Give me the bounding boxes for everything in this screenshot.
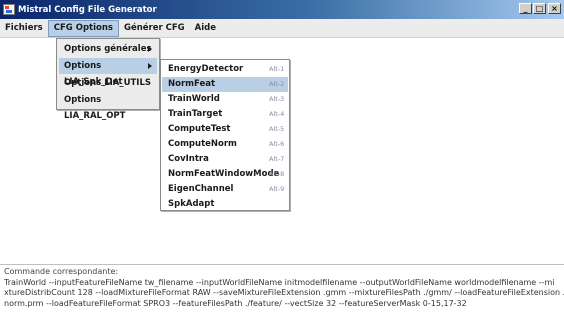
submenu-item-label: ComputeTest bbox=[168, 124, 231, 134]
submenu-item-spk-adapt[interactable]: SpkAdapt bbox=[162, 197, 288, 212]
shortcut-label: Alt-8 bbox=[269, 170, 285, 178]
submenu-item-label: EigenChannel bbox=[168, 184, 234, 194]
spk-det-submenu: EnergyDetector Alt-1 NormFeat Alt-2 Trai… bbox=[160, 59, 290, 211]
menu-aide[interactable]: Aide bbox=[190, 20, 221, 37]
submenu-item-label: TrainWorld bbox=[168, 94, 220, 104]
submenu-item-label: NormFeat bbox=[168, 79, 216, 89]
shortcut-label: Alt-5 bbox=[269, 125, 285, 133]
menu-fichiers[interactable]: Fichiers bbox=[0, 20, 48, 37]
menu-bar: Fichiers CFG Options Générer CFG Aide bbox=[0, 19, 564, 38]
submenu-item-label: CovIntra bbox=[168, 154, 209, 164]
shortcut-label: Alt-1 bbox=[269, 65, 285, 73]
shortcut-label: Alt-4 bbox=[269, 110, 285, 118]
app-icon bbox=[3, 4, 15, 15]
menu-generer-cfg[interactable]: Générer CFG bbox=[119, 20, 190, 37]
shortcut-label: Alt-2 bbox=[269, 80, 285, 88]
menu-item-label: Options générales bbox=[64, 44, 152, 54]
command-output-panel: Commande correspondante: TrainWorld --in… bbox=[0, 264, 564, 319]
submenu-item-energy-detector[interactable]: EnergyDetector Alt-1 bbox=[162, 62, 288, 77]
submenu-item-compute-test[interactable]: ComputeTest Alt-5 bbox=[162, 122, 288, 137]
menu-item-options-lia-utils[interactable]: Options LIA_UTILS bbox=[59, 75, 157, 91]
menu-item-label: Options LIA_UTILS bbox=[64, 78, 152, 88]
menu-item-options-lia-ral-opt[interactable]: Options LIA_RAL_OPT bbox=[59, 92, 157, 121]
shortcut-label: Alt-6 bbox=[269, 140, 285, 148]
menu-item-options-generales[interactable]: Options générales bbox=[59, 41, 157, 57]
submenu-item-cov-intra[interactable]: CovIntra Alt-7 bbox=[162, 152, 288, 167]
command-line: TrainWorld --inputFeatureFileName tw_fil… bbox=[4, 277, 555, 287]
submenu-item-train-world[interactable]: TrainWorld Alt-3 bbox=[162, 92, 288, 107]
submenu-item-label: NormFeatWindowMode bbox=[168, 169, 280, 179]
submenu-item-norm-feat-window-mode[interactable]: NormFeatWindowMode Alt-8 bbox=[162, 167, 288, 182]
submenu-arrow-icon bbox=[148, 46, 152, 52]
submenu-item-norm-feat[interactable]: NormFeat Alt-2 bbox=[162, 77, 288, 92]
shortcut-label: Alt-7 bbox=[269, 155, 285, 163]
submenu-item-label: EnergyDetector bbox=[168, 64, 244, 74]
window-title: Mistral Config File Generator bbox=[18, 4, 157, 15]
close-button[interactable]: × bbox=[548, 3, 561, 14]
shortcut-label: Alt-9 bbox=[269, 185, 285, 193]
title-bar[interactable]: Mistral Config File Generator _ □ × bbox=[0, 0, 564, 19]
submenu-item-train-target[interactable]: TrainTarget Alt-4 bbox=[162, 107, 288, 122]
menu-item-label: Options LIA_RAL_OPT bbox=[64, 95, 126, 121]
maximize-button[interactable]: □ bbox=[533, 3, 546, 14]
shortcut-label: Alt-3 bbox=[269, 95, 285, 103]
minimize-button[interactable]: _ bbox=[519, 3, 532, 14]
submenu-item-eigen-channel[interactable]: EigenChannel Alt-9 bbox=[162, 182, 288, 197]
submenu-item-compute-norm[interactable]: ComputeNorm Alt-6 bbox=[162, 137, 288, 152]
submenu-item-label: SpkAdapt bbox=[168, 199, 215, 209]
app-window: Mistral Config File Generator _ □ × Fich… bbox=[0, 0, 564, 319]
submenu-arrow-icon bbox=[148, 63, 152, 69]
command-label: Commande correspondante: bbox=[4, 267, 119, 276]
menu-cfg-options[interactable]: CFG Options bbox=[47, 19, 119, 37]
window-controls: _ □ × bbox=[518, 3, 561, 14]
cfg-options-dropdown: Options générales Options LIA_Spk_Det Op… bbox=[56, 38, 160, 121]
submenu-item-label: ComputeNorm bbox=[168, 139, 237, 149]
menu-item-options-lia-spk-det[interactable]: Options LIA_Spk_Det bbox=[59, 58, 157, 87]
command-line: xtureDistribCount 128 --loadMixtureFileF… bbox=[4, 288, 564, 297]
submenu-item-label: TrainTarget bbox=[168, 109, 223, 119]
command-line: norm.prm --loadFeatureFileFormat SPRO3 -… bbox=[4, 298, 467, 308]
